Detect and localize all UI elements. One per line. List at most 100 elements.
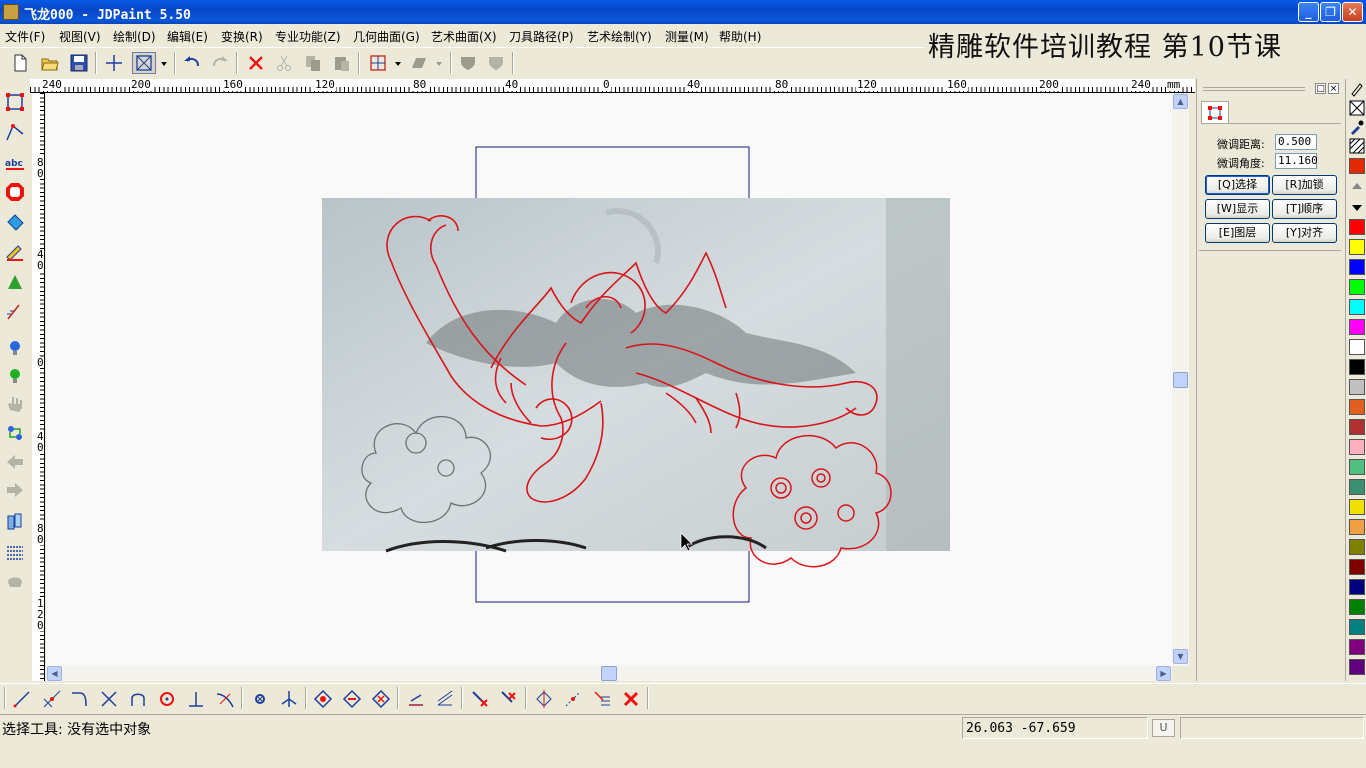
- color-swatch[interactable]: [1349, 219, 1365, 235]
- color-swatch[interactable]: [1349, 439, 1365, 455]
- menu-art-surface[interactable]: 艺术曲面(X): [431, 28, 497, 45]
- menu-edit[interactable]: 编辑(E): [167, 28, 208, 45]
- align-button[interactable]: [Y]对齐: [1272, 223, 1337, 243]
- node-transform-icon[interactable]: [532, 687, 556, 711]
- break-node-icon[interactable]: [497, 687, 521, 711]
- scroll-right-arrow-icon[interactable]: ▶: [1156, 666, 1171, 681]
- eyedropper-icon[interactable]: [1349, 119, 1365, 135]
- snap-intersection-icon[interactable]: [277, 687, 301, 711]
- layer-button[interactable]: [E]图层: [1205, 223, 1270, 243]
- tangent-icon[interactable]: [213, 687, 237, 711]
- unit-indicator[interactable]: U: [1152, 719, 1175, 737]
- scroll-left-arrow-icon[interactable]: ◀: [47, 666, 62, 681]
- perpendicular-icon[interactable]: [184, 687, 208, 711]
- color-swatch[interactable]: [1349, 619, 1365, 635]
- lightbulb-blue-icon[interactable]: [4, 337, 26, 359]
- color-swatch[interactable]: [1349, 319, 1365, 335]
- horizontal-scroll-thumb[interactable]: [601, 666, 617, 681]
- fine-angle-input[interactable]: 11.160: [1275, 153, 1318, 169]
- menu-file[interactable]: 文件(F): [5, 28, 45, 45]
- color-swatch-current[interactable]: [1349, 158, 1365, 174]
- lightbulb-green-icon[interactable]: [4, 365, 26, 387]
- vertical-scroll-thumb[interactable]: [1173, 372, 1188, 388]
- color-swatch[interactable]: [1349, 599, 1365, 615]
- close-button[interactable]: ✕: [1342, 2, 1363, 22]
- color-swatch[interactable]: [1349, 259, 1365, 275]
- pen-icon[interactable]: [1349, 81, 1365, 97]
- color-swatch[interactable]: [1349, 379, 1365, 395]
- circle-point-icon[interactable]: [155, 687, 179, 711]
- menu-view[interactable]: 视图(V): [59, 28, 101, 45]
- extend-icon[interactable]: [40, 687, 64, 711]
- menu-transform[interactable]: 变换(R): [221, 28, 263, 45]
- select-button[interactable]: [Q]选择: [1205, 175, 1270, 195]
- color-swatch[interactable]: [1349, 659, 1365, 675]
- color-swatch[interactable]: [1349, 459, 1365, 475]
- pattern-fill-icon[interactable]: [1349, 138, 1365, 154]
- save-icon[interactable]: [67, 52, 91, 74]
- color-swatch[interactable]: [1349, 499, 1365, 515]
- order-button[interactable]: [T]顺序: [1272, 199, 1337, 219]
- new-file-icon[interactable]: [8, 52, 32, 74]
- align-bottom-icon[interactable]: [404, 687, 428, 711]
- color-swatch[interactable]: [1349, 519, 1365, 535]
- open-folder-icon[interactable]: [38, 52, 62, 74]
- delete-icon[interactable]: [244, 52, 268, 74]
- menu-measure[interactable]: 测量(M): [665, 28, 709, 45]
- color-swatch[interactable]: [1349, 419, 1365, 435]
- color-swatch[interactable]: [1349, 339, 1365, 355]
- menu-draw[interactable]: 绘制(D): [113, 28, 156, 45]
- color-swatch[interactable]: [1349, 479, 1365, 495]
- layers-icon[interactable]: [4, 511, 26, 533]
- multi-line-icon[interactable]: [433, 687, 457, 711]
- select-box-icon[interactable]: [132, 52, 156, 74]
- color-swatch[interactable]: [1349, 639, 1365, 655]
- palette-dropdown-icon[interactable]: [1349, 199, 1365, 215]
- swap-icon[interactable]: [4, 422, 26, 444]
- delete-node-icon[interactable]: [468, 687, 492, 711]
- cancel-x-icon[interactable]: [619, 687, 643, 711]
- no-fill-icon[interactable]: [1349, 100, 1365, 116]
- diamond-node-icon[interactable]: [311, 687, 335, 711]
- line-tool-icon[interactable]: [10, 687, 34, 711]
- snap-dropdown-icon[interactable]: [391, 52, 405, 74]
- app-icon[interactable]: [3, 4, 19, 20]
- vertical-scrollbar[interactable]: ▲ ▼: [1172, 93, 1189, 666]
- maximize-button[interactable]: ❐: [1320, 2, 1341, 22]
- mountain-icon[interactable]: [4, 271, 26, 293]
- diamond-edge-icon[interactable]: [340, 687, 364, 711]
- menu-art-drawing[interactable]: 艺术绘制(Y): [587, 28, 652, 45]
- color-swatch[interactable]: [1349, 539, 1365, 555]
- crosshair-icon[interactable]: [102, 52, 126, 74]
- smooth-node-icon[interactable]: [561, 687, 585, 711]
- menu-pro-functions[interactable]: 专业功能(Z): [275, 28, 341, 45]
- color-swatch[interactable]: [1349, 299, 1365, 315]
- fill-icon[interactable]: [4, 211, 26, 233]
- palette-scroll-up-icon[interactable]: [1349, 178, 1365, 194]
- scroll-down-arrow-icon[interactable]: ▼: [1173, 649, 1188, 664]
- text-tool-icon[interactable]: abc: [4, 153, 26, 175]
- trim-icon[interactable]: [97, 687, 121, 711]
- color-swatch[interactable]: [1349, 239, 1365, 255]
- snap-center-icon[interactable]: [248, 687, 272, 711]
- menu-help[interactable]: 帮助(H): [719, 28, 761, 45]
- color-swatch[interactable]: [1349, 559, 1365, 575]
- polyline-icon[interactable]: [4, 121, 26, 143]
- menu-toolpath[interactable]: 刀具路径(P): [509, 28, 574, 45]
- panel-close-button[interactable]: ×: [1328, 83, 1339, 94]
- fillet-icon[interactable]: [67, 687, 91, 711]
- arc-icon[interactable]: [126, 687, 150, 711]
- lock-button[interactable]: [R]加锁: [1272, 175, 1337, 195]
- hatch-lines-icon[interactable]: [4, 541, 26, 563]
- scroll-up-arrow-icon[interactable]: ▲: [1173, 94, 1188, 109]
- measure-icon[interactable]: [4, 301, 26, 323]
- menu-geometric-surface[interactable]: 几何曲面(G): [353, 28, 420, 45]
- fine-distance-input[interactable]: 0.500: [1275, 134, 1317, 150]
- align-nodes-icon[interactable]: [590, 687, 614, 711]
- panel-grip[interactable]: [1203, 87, 1305, 91]
- offset-icon[interactable]: [4, 181, 26, 203]
- undo-icon[interactable]: [180, 52, 204, 74]
- grid-snap-icon[interactable]: [366, 52, 390, 74]
- tab-node-edit[interactable]: [1201, 101, 1229, 123]
- select-dropdown-icon[interactable]: [157, 52, 171, 74]
